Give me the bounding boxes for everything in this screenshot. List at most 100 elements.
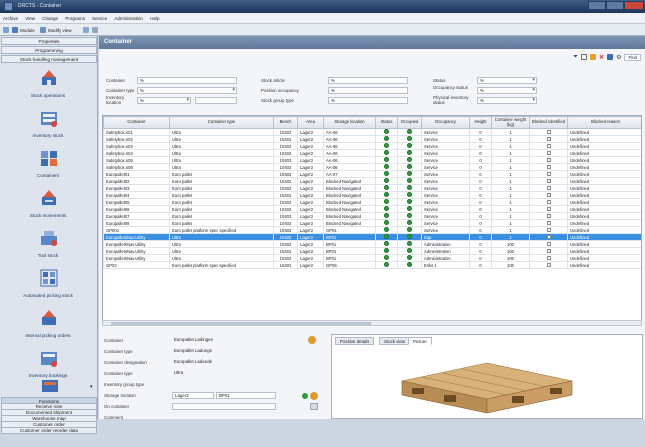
table-row[interactable]: Europallet02 Euro pallet 10402 Lager2 Blocke… <box>103 177 641 185</box>
table-row[interactable]: Europallet04 Euro pallet 10402 Lager2 Blocke… <box>103 191 641 199</box>
blocked-checkbox[interactable] <box>546 150 551 155</box>
table-row[interactable]: EuropalletsNav.Utility Ultra 10402 Lager2 BP… <box>103 240 641 248</box>
filter-container-type-select[interactable]: % <box>137 87 237 94</box>
sidebar-header-stock-handling[interactable]: Stock handling management <box>1 55 97 63</box>
maximize-button[interactable] <box>606 1 624 10</box>
blocked-checkbox[interactable] <box>546 227 551 232</box>
blocked-checkbox[interactable] <box>546 255 551 260</box>
new-icon[interactable] <box>581 54 588 60</box>
table-row[interactable]: Safetybox.n05 Ultra 10402 Lager2 AA-06 Servic… <box>103 156 641 164</box>
filter-physical-inventory-select[interactable]: % <box>477 97 537 104</box>
table-row[interactable]: Europallet03 Euro pallet 10402 Lager2 Blocke… <box>103 184 641 192</box>
detail-storage-location-value2[interactable]: BP01 <box>216 392 276 399</box>
sidebar-item-stock-movements[interactable]: Stock movements <box>0 186 96 225</box>
detail-storage-location-value[interactable]: Lager2 <box>172 392 214 399</box>
filter-stock-article-input[interactable]: % <box>328 77 408 84</box>
save-icon[interactable] <box>607 54 614 60</box>
sidebar-link-customer-reorder[interactable]: Customer order reorder data <box>1 427 97 434</box>
column-header[interactable]: Blocked reason <box>567 116 641 129</box>
blocked-checkbox[interactable] <box>546 157 551 162</box>
blocked-checkbox[interactable] <box>546 136 551 141</box>
sidebar-item-inventory-stock[interactable]: Inventory stock <box>0 106 96 145</box>
menu-service[interactable]: Service <box>89 13 110 21</box>
modify-view-button[interactable]: Modify view <box>40 26 72 34</box>
filter-container-input[interactable]: % <box>137 77 237 84</box>
column-header[interactable]: Container weight (kg) <box>491 116 530 129</box>
table-row[interactable]: Safetybox.n06 Ultra 10402 Lager2 AA-06 Servic… <box>103 163 641 171</box>
delete-icon[interactable]: ✕ <box>599 54 604 61</box>
tab-positive-details[interactable]: Positive details <box>335 337 375 345</box>
close-button[interactable] <box>624 1 644 10</box>
add-icon[interactable] <box>590 54 597 60</box>
back-button[interactable] <box>3 26 9 34</box>
column-header[interactable]: Container type <box>169 116 274 129</box>
column-header[interactable]: Status <box>375 116 398 129</box>
sidebar-header-properties[interactable]: Properties <box>1 37 97 45</box>
menu-administration[interactable]: Administration <box>111 13 146 21</box>
tab-picture[interactable]: Picture <box>408 337 432 345</box>
refresh-button[interactable] <box>83 26 89 34</box>
table-row[interactable]: Safetybox.n01 Ultra 10402 Lager2 AA-06 Servic… <box>103 128 641 136</box>
table-row[interactable]: GP02 Euro pallet platform spec specified 1… <box>103 261 641 269</box>
table-row[interactable]: EuropalletsNav.Utility Ultra 10402 Lager2 BP… <box>103 233 641 241</box>
module-button[interactable]: Module <box>12 26 35 34</box>
filter-position-occupancy-input[interactable]: % <box>328 87 408 94</box>
table-row[interactable]: EuropalletsNav.Utility Ultra 10402 Lager2 BP… <box>103 254 641 262</box>
filter-stock-group-type-input[interactable]: % <box>328 97 408 104</box>
filter-inventory-location-input[interactable] <box>195 97 237 104</box>
table-row[interactable]: Safetybox.n04 Ultra 10402 Lager2 AA-06 Servic… <box>103 149 641 157</box>
print-button[interactable] <box>92 26 98 34</box>
table-row[interactable]: EuropalletsNav.Utility Ultra 10402 Lager2 BP… <box>103 247 641 255</box>
blocked-checkbox[interactable] <box>546 143 551 148</box>
blocked-checkbox[interactable] <box>546 171 551 176</box>
filter-inventory-location-select[interactable]: % <box>137 97 191 104</box>
filter-icon[interactable]: ⏷ <box>573 54 578 61</box>
table-row[interactable]: Safetybox.n03 Ultra 10402 Lager2 AA-06 Servic… <box>103 142 641 150</box>
sidebar-item-containers[interactable]: Containers <box>0 146 96 185</box>
minimize-button[interactable] <box>588 1 606 10</box>
filter-status-select[interactable]: % <box>477 77 537 84</box>
container-lookup-icon[interactable] <box>308 336 316 344</box>
scroll-thumb[interactable] <box>111 322 371 325</box>
menu-change[interactable]: Change <box>39 13 61 21</box>
column-header[interactable]: Occupancy <box>421 116 470 129</box>
blocked-checkbox[interactable] <box>546 129 551 134</box>
table-row[interactable]: Europallet01 Euro pallet 10402 Lager2 AA-07 S… <box>103 170 641 178</box>
blocked-checkbox[interactable] <box>546 234 551 239</box>
column-header[interactable]: Storage location <box>323 116 376 129</box>
column-header[interactable]: Height <box>469 116 492 129</box>
blocked-checkbox[interactable] <box>546 192 551 197</box>
table-row[interactable]: Europallet08 Euro pallet 10402 Lager2 Blocke… <box>103 219 641 227</box>
sidebar-item-more[interactable] <box>40 378 60 394</box>
blocked-checkbox[interactable] <box>546 262 551 267</box>
sidebar-item-automated-picking[interactable]: Automated picking stock <box>0 266 96 305</box>
table-row[interactable]: Europallet05 Euro pallet 10402 Lager2 Blocke… <box>103 198 641 206</box>
blocked-checkbox[interactable] <box>546 206 551 211</box>
blocked-checkbox[interactable] <box>546 178 551 183</box>
table-row[interactable]: Europallet06 Euro pallet 10402 Lager2 Blocke… <box>103 205 641 213</box>
menu-view[interactable]: View <box>22 13 38 21</box>
filter-occupancy-status-select[interactable]: % <box>477 87 537 94</box>
sidebar-header-programming[interactable]: Programming <box>1 46 97 54</box>
on-container-browse-icon[interactable] <box>310 403 318 410</box>
blocked-checkbox[interactable] <box>546 213 551 218</box>
menu-programs[interactable]: Programs <box>62 13 88 21</box>
column-header[interactable]: Occupied <box>397 116 422 129</box>
column-header[interactable]: Area <box>297 116 324 129</box>
location-lookup-icon[interactable] <box>310 392 318 400</box>
settings-icon[interactable]: ⚙ <box>616 54 621 61</box>
table-row[interactable]: Europallet07 Euro pallet 10402 Lager2 Blocke… <box>103 212 641 220</box>
blocked-checkbox[interactable] <box>546 185 551 190</box>
tab-stock-view[interactable]: Stock view <box>379 337 410 345</box>
blocked-checkbox[interactable] <box>546 248 551 253</box>
table-row[interactable]: Safetybox.n02 Ultra 10402 Lager2 AA-06 Servic… <box>103 135 641 143</box>
column-header[interactable]: Blocked Identified <box>529 116 568 129</box>
menu-archive[interactable]: Archive <box>0 13 21 21</box>
column-header[interactable]: Bench <box>273 116 298 129</box>
horizontal-scrollbar[interactable] <box>102 320 642 326</box>
menu-help[interactable]: Help <box>147 13 162 21</box>
detail-on-container-input[interactable] <box>172 403 276 410</box>
find-button[interactable]: Find <box>624 53 641 61</box>
sidebar-item-tool-stock[interactable]: Tool stock <box>0 226 96 265</box>
sidebar-item-internal-picking[interactable]: Internal picking orders <box>0 306 96 345</box>
